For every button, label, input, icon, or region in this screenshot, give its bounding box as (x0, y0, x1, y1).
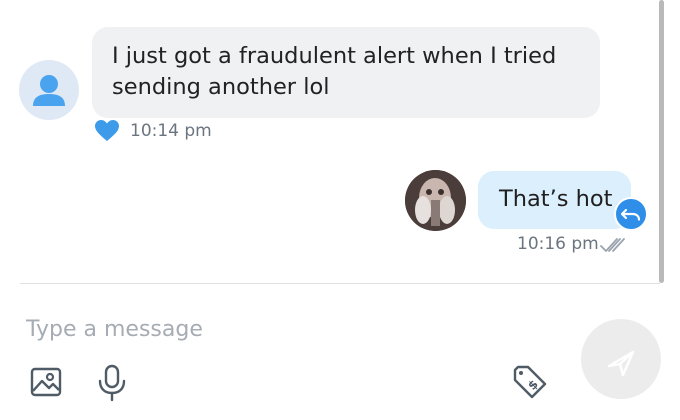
contact-avatar[interactable] (19, 60, 79, 120)
outgoing-timestamp: 10:16 pm (517, 234, 599, 254)
user-avatar[interactable] (405, 170, 466, 231)
incoming-timestamp: 10:14 pm (130, 121, 212, 141)
price-tag-icon[interactable]: $ (512, 364, 548, 400)
composer-divider (20, 283, 660, 284)
send-icon (607, 350, 635, 377)
profile-photo (405, 170, 466, 231)
scrollbar[interactable] (659, 0, 664, 283)
heart-icon[interactable] (94, 119, 120, 143)
incoming-message-bubble[interactable]: I just got a fraudulent alert when I tri… (92, 27, 600, 118)
message-input[interactable] (22, 309, 566, 349)
outgoing-message-bubble[interactable]: That’s hot (478, 171, 631, 229)
read-receipt-icon (600, 238, 625, 252)
send-button[interactable] (581, 319, 661, 399)
microphone-icon[interactable] (97, 364, 127, 402)
outgoing-message-text: That’s hot (499, 186, 613, 212)
reply-icon[interactable] (614, 197, 648, 231)
incoming-message-text: I just got a fraudulent alert when I tri… (112, 43, 557, 100)
image-icon[interactable] (30, 366, 62, 398)
default-user-icon (33, 75, 65, 106)
